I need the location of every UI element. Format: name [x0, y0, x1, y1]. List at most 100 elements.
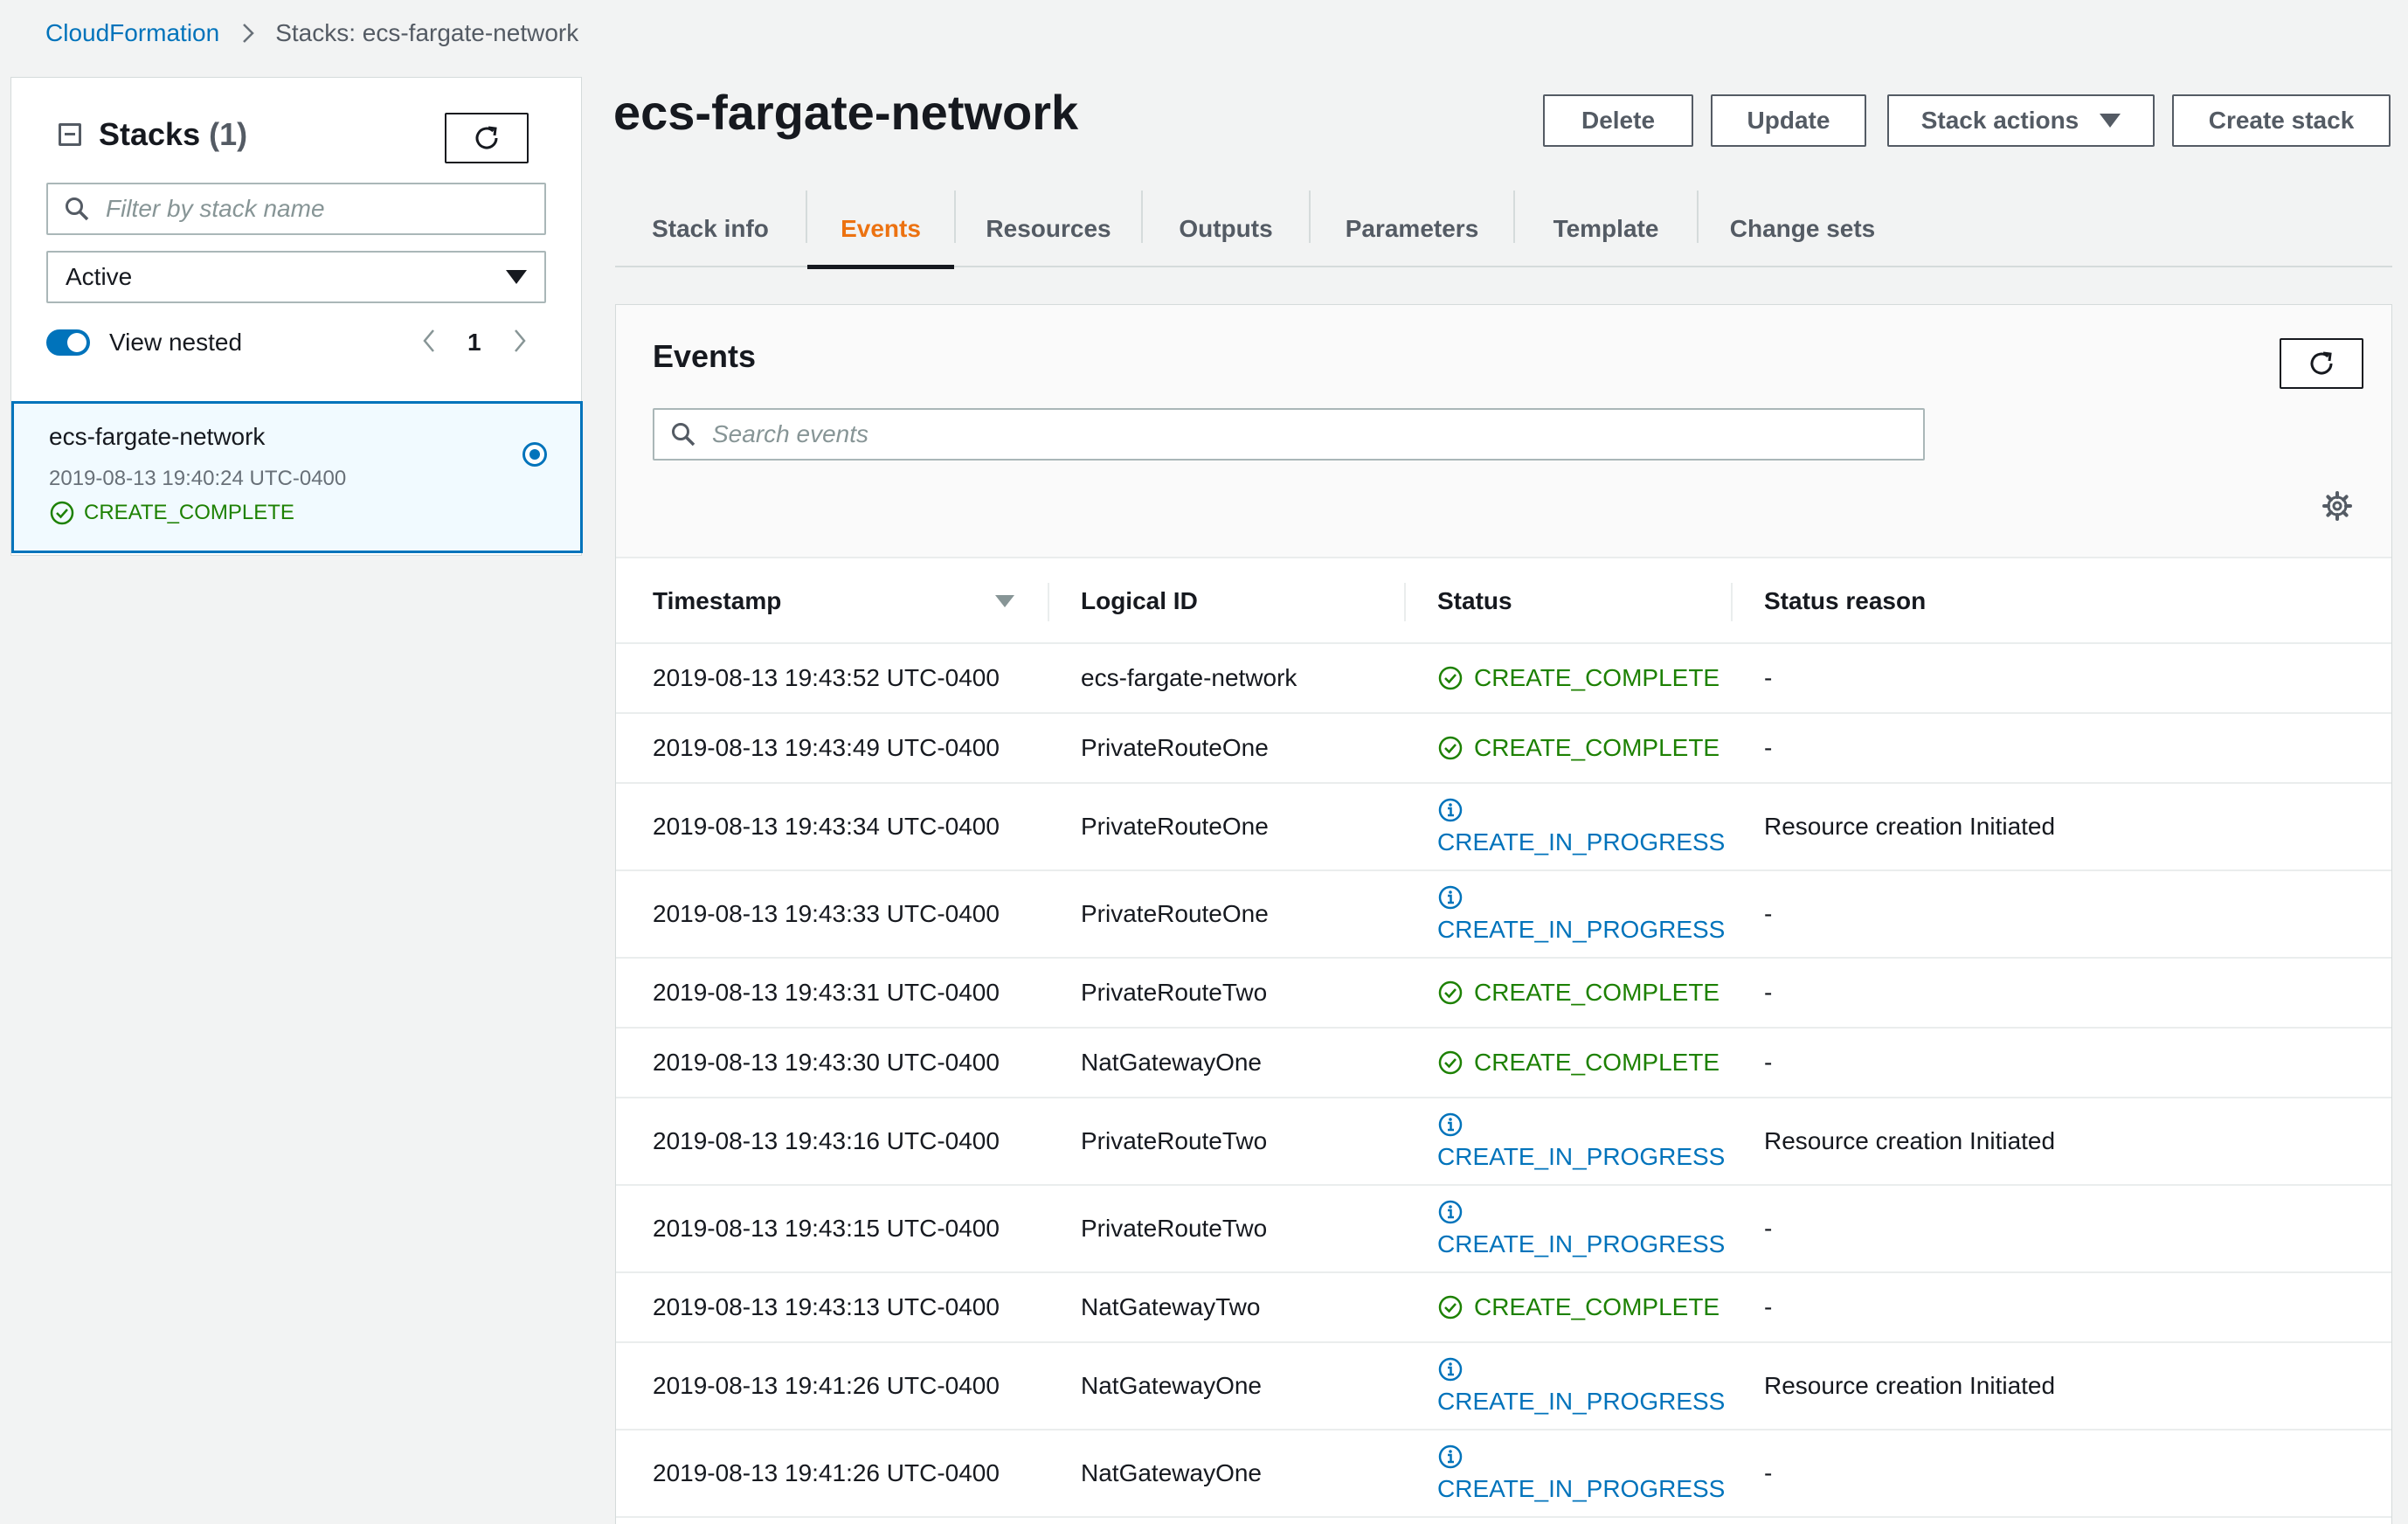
chevron-left-icon[interactable] [422, 328, 436, 358]
event-status: CREATE_IN_PROGRESS [1437, 871, 1726, 957]
stack-status-select-value: Active [66, 263, 133, 290]
stack-status-select[interactable]: Active [46, 251, 546, 303]
stack-name[interactable]: ecs-fargate-network [49, 423, 265, 451]
event-status: CREATE_COMPLETE [1437, 1029, 1726, 1097]
column-timestamp[interactable]: Timestamp [653, 558, 781, 644]
column-logical-id[interactable]: Logical ID [1081, 558, 1198, 644]
update-button[interactable]: Update [1711, 94, 1866, 147]
tab-template[interactable]: Template [1515, 190, 1697, 267]
stacks-header: Stacks (1) [59, 116, 247, 153]
info-icon [1438, 885, 1463, 910]
tab-change-sets[interactable]: Change sets [1699, 190, 1906, 267]
event-timestamp: 2019-08-13 19:43:16 UTC-0400 [653, 1127, 1000, 1154]
view-nested-toggle[interactable] [46, 329, 90, 356]
chevron-right-icon [242, 23, 254, 44]
events-panel: Events Search events Timestamp Logical I… [615, 304, 2392, 1524]
caret-down-icon [2100, 114, 2121, 128]
stack-filter-field[interactable] [46, 183, 546, 235]
info-icon [1438, 1200, 1463, 1224]
check-circle-icon [1438, 980, 1463, 1005]
breadcrumb-cloudformation-link[interactable]: CloudFormation [45, 19, 219, 47]
stack-select-radio[interactable] [522, 442, 547, 467]
event-timestamp: 2019-08-13 19:41:26 UTC-0400 [653, 1459, 1000, 1486]
event-logical-id: PrivateRouteTwo [1081, 979, 1268, 1006]
stacks-panel: Stacks (1) Active View nested [10, 77, 583, 556]
create-stack-button[interactable]: Create stack [2172, 94, 2391, 147]
chevron-right-icon[interactable] [513, 328, 527, 358]
status-text: CREATE_IN_PROGRESS [1437, 916, 1726, 943]
tab-resources[interactable]: Resources [956, 190, 1141, 267]
event-status: CREATE_IN_PROGRESS [1437, 1430, 1726, 1516]
page-number[interactable]: 1 [467, 329, 481, 357]
event-status-reason: - [1764, 664, 1773, 691]
event-timestamp: 2019-08-13 19:41:26 UTC-0400 [653, 1372, 1000, 1399]
event-status-reason: Resource creation Initiated [1764, 1127, 2056, 1154]
status-text: CREATE_IN_PROGRESS [1437, 1475, 1726, 1502]
status-text: CREATE_COMPLETE [1474, 664, 1720, 691]
page-title: ecs-fargate-network [613, 85, 1079, 140]
stack-actions-button[interactable]: Stack actions [1887, 94, 2155, 147]
breadcrumb: CloudFormation Stacks: ecs-fargate-netwo… [45, 17, 578, 49]
table-row: 2019-08-13 19:41:26 UTC-0400 NatGatewayOn… [616, 1343, 2391, 1430]
stack-status-text: CREATE_COMPLETE [84, 501, 294, 524]
event-timestamp: 2019-08-13 19:43:49 UTC-0400 [653, 734, 1000, 761]
event-timestamp: 2019-08-13 19:43:31 UTC-0400 [653, 979, 1000, 1006]
column-status-reason[interactable]: Status reason [1764, 558, 1926, 644]
status-text: CREATE_COMPLETE [1474, 1049, 1720, 1076]
event-logical-id: ecs-fargate-network [1081, 664, 1297, 691]
info-icon [1438, 1444, 1463, 1469]
column-divider[interactable] [1731, 583, 1733, 621]
event-logical-id: PrivateRouteOne [1081, 813, 1269, 840]
status-in-progress: CREATE_IN_PROGRESS [1437, 884, 1725, 944]
stacks-count: (1) [209, 116, 248, 152]
status-text: CREATE_IN_PROGRESS [1437, 1388, 1726, 1415]
event-status: CREATE_COMPLETE [1437, 714, 1726, 782]
event-status: CREATE_IN_PROGRESS [1437, 1186, 1726, 1271]
check-circle-icon [1438, 666, 1463, 690]
events-title: Events [653, 338, 757, 374]
event-status: CREATE_IN_PROGRESS [1437, 1343, 1726, 1429]
gear-icon[interactable] [2322, 490, 2353, 526]
tab-stack-info[interactable]: Stack info [615, 190, 806, 267]
column-divider[interactable] [1404, 583, 1406, 621]
event-status-reason: Resource creation Initiated [1764, 813, 2056, 840]
event-status-reason: Resource creation Initiated [1764, 1372, 2056, 1399]
refresh-icon [475, 126, 498, 149]
table-row: 2019-08-13 19:43:13 UTC-0400 NatGatewayTw… [616, 1273, 2391, 1343]
stack-filter-input[interactable] [106, 195, 508, 223]
stacks-pagination: 1 [422, 322, 527, 363]
check-circle-icon [50, 501, 74, 525]
events-search-field[interactable] [653, 408, 1925, 461]
table-row: 2019-08-13 19:43:30 UTC-0400 NatGatewayOn… [616, 1029, 2391, 1098]
status-in-progress: CREATE_IN_PROGRESS [1437, 1444, 1725, 1503]
event-timestamp: 2019-08-13 19:43:30 UTC-0400 [653, 1049, 1000, 1076]
tab-outputs[interactable]: Outputs [1143, 190, 1309, 267]
status-complete: CREATE_COMPLETE [1437, 979, 1720, 1007]
delete-button[interactable]: Delete [1543, 94, 1693, 147]
status-complete: CREATE_COMPLETE [1437, 734, 1720, 762]
table-row: 2019-08-13 19:43:34 UTC-0400 PrivateRoute… [616, 784, 2391, 871]
event-logical-id: PrivateRouteOne [1081, 734, 1269, 761]
table-row: 2019-08-13 19:43:16 UTC-0400 PrivateRoute… [616, 1098, 2391, 1186]
collapse-icon[interactable] [59, 123, 81, 146]
event-status: CREATE_COMPLETE [1437, 644, 1726, 712]
sort-descending-icon[interactable] [995, 595, 1014, 607]
column-divider[interactable] [1048, 583, 1049, 621]
events-search-input[interactable] [712, 420, 1848, 448]
tab-events[interactable]: Events [807, 190, 954, 269]
tab-parameters[interactable]: Parameters [1311, 190, 1513, 267]
view-nested-row: View nested 1 [46, 322, 553, 363]
status-in-progress: CREATE_IN_PROGRESS [1437, 1356, 1725, 1416]
stacks-refresh-button[interactable] [445, 113, 529, 163]
event-logical-id: NatGatewayOne [1081, 1049, 1262, 1076]
column-status[interactable]: Status [1437, 558, 1512, 644]
status-in-progress: CREATE_IN_PROGRESS [1437, 1199, 1725, 1258]
events-header: Events [616, 305, 2391, 558]
event-status-reason: - [1764, 734, 1773, 761]
event-timestamp: 2019-08-13 19:43:33 UTC-0400 [653, 900, 1000, 927]
stack-list-item[interactable]: ecs-fargate-network 2019-08-13 19:40:24 … [11, 401, 583, 553]
event-status: CREATE_IN_PROGRESS [1437, 784, 1726, 869]
event-timestamp: 2019-08-13 19:43:52 UTC-0400 [653, 664, 1000, 691]
check-circle-icon [1438, 1050, 1463, 1075]
events-refresh-button[interactable] [2280, 338, 2363, 389]
